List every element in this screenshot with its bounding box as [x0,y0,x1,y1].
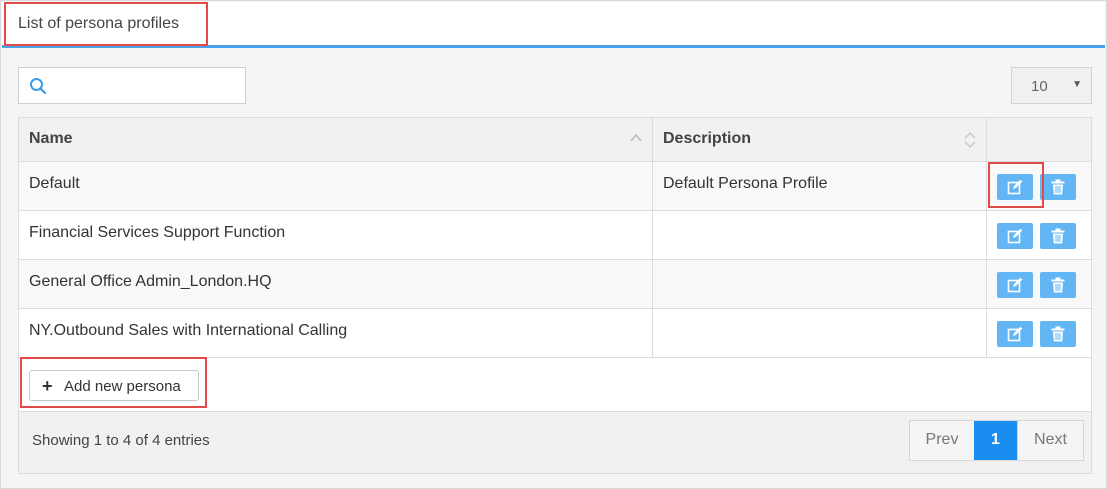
next-page-button[interactable]: Next [1017,421,1083,460]
edit-icon [1007,277,1023,293]
entries-info: Showing 1 to 4 of 4 entries [32,432,210,449]
cell-actions [987,162,1091,210]
edit-button[interactable] [997,223,1033,249]
delete-button[interactable] [1040,272,1076,298]
delete-button[interactable] [1040,321,1076,347]
trash-icon [1051,277,1065,293]
cell-name: General Office Admin_London.HQ [19,260,653,308]
search-icon [30,78,47,95]
trash-icon [1051,228,1065,244]
cell-actions [987,309,1091,357]
persona-profiles-panel: List of persona profiles 10 ▼ Name Descr… [0,0,1107,489]
trash-icon [1051,179,1065,195]
column-header-name[interactable]: Name [19,118,653,162]
search-box[interactable] [18,67,246,104]
trash-icon [1051,326,1065,342]
column-header-actions [987,118,1091,162]
table-row: Default Default Persona Profile [19,162,1091,211]
column-header-description[interactable]: Description [653,118,987,162]
page-size-select[interactable]: 10 ▼ [1011,67,1092,104]
page-size-value: 10 [1031,78,1048,95]
cell-description [653,260,987,308]
edit-icon [1007,228,1023,244]
search-input[interactable] [53,72,238,99]
table-body: Default Default Persona Profile Financia… [19,162,1091,358]
caret-down-icon: ▼ [1072,79,1082,90]
table-header: Name Description [19,118,1091,162]
panel-header: List of persona profiles [2,2,1105,48]
cell-actions [987,260,1091,308]
add-new-persona-button[interactable]: + Add new persona [29,370,199,401]
prev-page-button[interactable]: Prev [910,421,974,460]
edit-button[interactable] [997,174,1033,200]
add-button-label: Add new persona [64,378,181,395]
edit-icon [1007,326,1023,342]
edit-icon [1007,179,1023,195]
column-label-description: Description [663,130,752,147]
cell-description [653,211,987,259]
table-row: Financial Services Support Function [19,211,1091,260]
edit-button[interactable] [997,321,1033,347]
column-label-name: Name [29,130,73,147]
add-persona-row: + Add new persona [19,358,1091,412]
delete-button[interactable] [1040,174,1076,200]
sort-ascending-icon [630,133,642,142]
cell-description: Default Persona Profile [653,162,987,210]
sort-both-icon [964,131,976,149]
edit-button[interactable] [997,272,1033,298]
cell-name: Default [19,162,653,210]
table-footer: Showing 1 to 4 of 4 entries Prev 1 Next [19,412,1091,473]
cell-description [653,309,987,357]
persona-table: Name Description Default Default Persona… [18,117,1092,474]
table-row: NY.Outbound Sales with International Cal… [19,309,1091,358]
plus-icon: + [42,376,53,396]
cell-name: NY.Outbound Sales with International Cal… [19,309,653,357]
pagination: Prev 1 Next [909,420,1084,461]
page-1-button[interactable]: 1 [974,421,1017,460]
delete-button[interactable] [1040,223,1076,249]
cell-name: Financial Services Support Function [19,211,653,259]
cell-actions [987,211,1091,259]
page-title: List of persona profiles [18,15,179,32]
table-row: General Office Admin_London.HQ [19,260,1091,309]
